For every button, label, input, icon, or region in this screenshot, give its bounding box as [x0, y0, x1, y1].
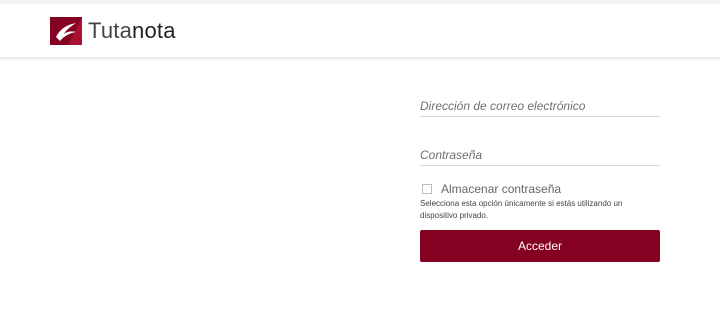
remember-password-row: Almacenar contraseña: [420, 182, 660, 196]
password-field-container: [420, 139, 660, 166]
logo-wordmark: Tutanota: [88, 17, 176, 45]
password-input[interactable]: [420, 148, 660, 162]
logo-text-nota: nota: [132, 18, 176, 43]
remember-password-label[interactable]: Almacenar contraseña: [441, 182, 561, 196]
header-bar: Tutanota: [0, 4, 720, 58]
logo-text-tuta: Tuta: [88, 18, 133, 43]
remember-password-hint: Selecciona esta opción únicamente si est…: [420, 199, 623, 220]
login-page: Tutanota Almacenar contraseña Selecciona…: [0, 0, 720, 318]
remember-password-checkbox[interactable]: [422, 184, 432, 194]
login-button[interactable]: Acceder: [420, 230, 660, 262]
tutanota-logo-icon: [50, 17, 82, 45]
tutanota-logo[interactable]: Tutanota: [50, 17, 176, 45]
email-input[interactable]: [420, 99, 660, 113]
email-field-container: [420, 90, 660, 117]
login-form: Almacenar contraseña Selecciona esta opc…: [420, 90, 660, 262]
